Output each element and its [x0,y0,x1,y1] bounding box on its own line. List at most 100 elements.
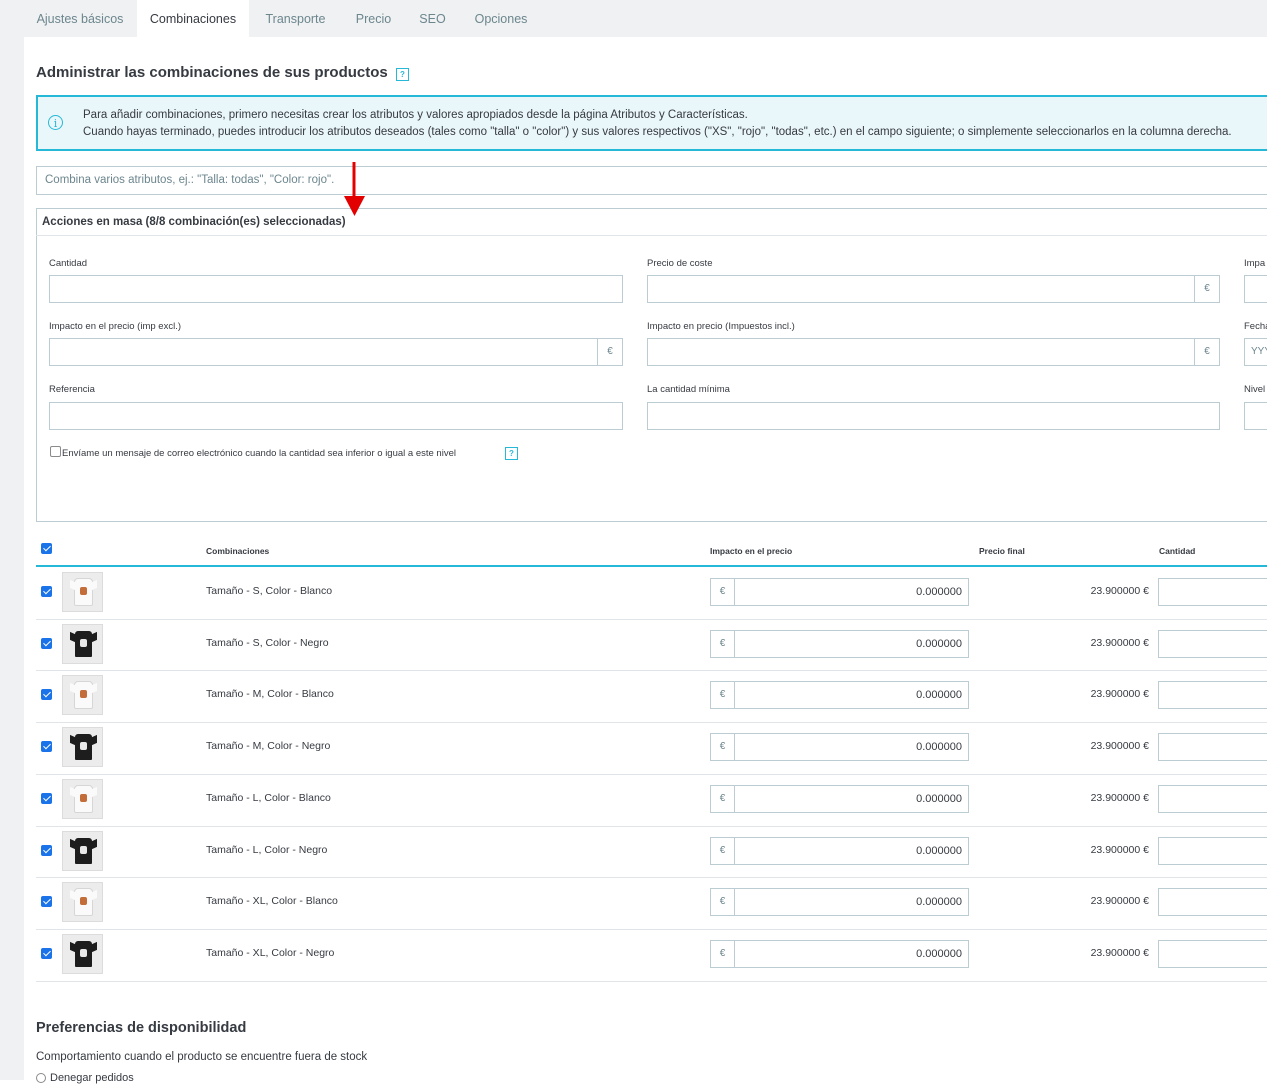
price-impact-input[interactable]: €0.000000 [710,681,969,710]
euro-addon: € [1194,276,1219,302]
combination-name: Tamaño - XL, Color - Blanco [206,895,338,908]
min-quantity-label: La cantidad mínima [647,384,730,395]
help-icon[interactable]: ? [505,447,518,460]
price-impact-input[interactable]: €0.000000 [710,939,969,968]
quantity-label: Cantidad [49,258,88,269]
combination-name: Tamaño - M, Color - Negro [206,740,331,753]
bulk-price-impact-excl-input[interactable]: € [49,338,623,366]
tab-shipping[interactable]: Transporte [249,0,342,37]
col-header-quantity: Cantidad [1159,546,1196,556]
left-gutter [0,0,24,1080]
combination-name: Tamaño - L, Color - Blanco [206,791,331,804]
row-checkbox[interactable] [41,586,52,597]
help-icon[interactable]: ? [396,68,409,81]
bulk-impact-input-partial[interactable] [1244,275,1267,303]
tshirt-image [75,837,92,864]
product-thumbnail [62,572,103,612]
reference-label: Referencia [49,384,95,395]
euro-addon: € [711,579,735,605]
tab-basic-settings[interactable]: Ajustes básicos [24,0,136,37]
final-price: 23.900000 € [1090,585,1149,597]
quantity-input[interactable] [1158,939,1267,968]
quantity-input[interactable] [1158,681,1267,710]
deny-orders-radio[interactable] [36,1073,46,1083]
bulk-min-quantity-input[interactable] [647,402,1220,430]
bulk-actions-title: Acciones en masa (8/8 combinación(es) se… [42,216,346,228]
euro-addon: € [711,785,735,812]
quantity-input[interactable] [1158,629,1267,658]
combination-name: Tamaño - L, Color - Negro [206,843,328,856]
price-impact-input[interactable]: €0.000000 [710,629,969,658]
quantity-input[interactable] [1158,733,1267,762]
tab-options[interactable]: Opciones [460,0,542,37]
bulk-level-input-partial[interactable] [1244,402,1267,430]
row-divider [36,981,1267,982]
notify-label: Envíame un mensaje de correo electrónico… [62,448,456,459]
price-impact-input[interactable]: €0.000000 [710,784,969,813]
quantity-input[interactable] [1158,784,1267,813]
row-checkbox[interactable] [41,689,52,701]
quantity-input[interactable] [1158,578,1267,606]
euro-addon: € [711,630,735,657]
price-impact-input[interactable]: €0.000000 [710,578,969,606]
final-price: 23.900000 € [1090,946,1149,959]
price-impact-value: 0.000000 [916,741,962,754]
level-label-partial: Nivel [1244,384,1266,395]
euro-addon: € [711,940,735,967]
row-checkbox[interactable] [41,741,52,753]
row-divider [36,619,1267,620]
bulk-cost-price-input[interactable]: € [647,275,1220,303]
date-placeholder: YYY [1251,346,1267,357]
availability-title: Preferencias de disponibilidad [36,1020,247,1036]
price-impact-value: 0.000000 [916,844,962,857]
product-thumbnail [62,830,103,871]
tab-price[interactable]: Precio [342,0,405,37]
price-impact-incl-label: Impacto en precio (Impuestos incl.) [647,321,795,332]
euro-addon: € [597,339,622,365]
euro-addon: € [711,734,735,761]
cost-price-label: Precio de coste [647,258,713,269]
tshirt-image [75,940,92,967]
price-impact-value: 0.000000 [916,792,962,805]
final-price: 23.900000 € [1090,791,1149,804]
info-alert [36,95,1267,151]
red-arrow-annotation [344,162,365,216]
row-checkbox[interactable] [41,792,52,804]
price-impact-input[interactable]: €0.000000 [710,836,969,865]
row-checkbox[interactable] [41,896,52,908]
row-divider [36,929,1267,930]
page-title: Administrar las combinaciones de sus pro… [36,64,388,81]
bulk-quantity-input[interactable] [49,275,623,303]
combination-name: Tamaño - S, Color - Negro [206,636,329,649]
info-icon: i [48,115,63,130]
select-all-checkbox[interactable] [41,543,52,554]
combine-attributes-input[interactable]: Combina varios atributos, ej.: "Talla: t… [36,166,1267,195]
bulk-date-input-partial[interactable]: YYY [1244,338,1267,366]
tshirt-image [75,734,92,761]
quantity-input[interactable] [1158,888,1267,917]
tab-combinations[interactable]: Combinaciones [137,0,249,37]
final-price: 23.900000 € [1090,843,1149,856]
row-divider [36,877,1267,878]
bulk-price-impact-incl-input[interactable]: € [647,338,1220,366]
price-impact-excl-label: Impacto en el precio (imp excl.) [49,321,181,332]
final-price: 23.900000 € [1090,688,1149,701]
combination-name: Tamaño - M, Color - Blanco [206,688,334,701]
row-divider [36,670,1267,671]
row-checkbox[interactable] [41,947,52,959]
price-impact-value: 0.000000 [916,586,962,598]
row-checkbox[interactable] [41,637,52,649]
product-thumbnail [62,675,103,716]
final-price: 23.900000 € [1090,895,1149,908]
price-impact-input[interactable]: €0.000000 [710,733,969,762]
tab-seo[interactable]: SEO [405,0,460,37]
row-checkbox[interactable] [41,844,52,856]
quantity-input[interactable] [1158,836,1267,865]
row-divider [36,826,1267,827]
bulk-reference-input[interactable] [49,402,623,430]
price-impact-value: 0.000000 [916,689,962,702]
product-thumbnail [62,623,103,664]
notify-checkbox[interactable] [50,446,61,457]
price-impact-input[interactable]: €0.000000 [710,888,969,917]
final-price: 23.900000 € [1090,740,1149,753]
